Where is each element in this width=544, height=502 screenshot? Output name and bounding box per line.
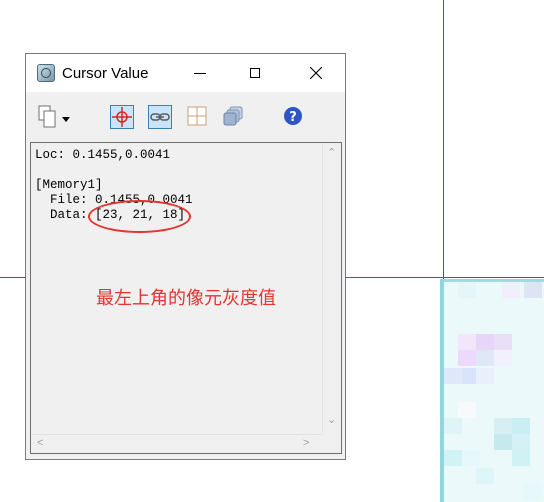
grid-tool-button[interactable] xyxy=(186,105,210,129)
scroll-down-icon[interactable]: ⌄ xyxy=(327,415,336,426)
window-title: Cursor Value xyxy=(62,65,149,82)
scrollbar-corner xyxy=(323,435,341,453)
mosaic-pixel xyxy=(458,350,476,366)
mosaic-pixel xyxy=(512,434,530,450)
mosaic-pixel xyxy=(476,468,494,484)
annotation-ellipse xyxy=(88,200,191,233)
copy-icon xyxy=(38,105,56,128)
location-line: Loc: 0.1455,0.0041 xyxy=(35,148,171,162)
stacked-windows-icon xyxy=(223,106,243,126)
scroll-left-icon[interactable]: < xyxy=(37,438,43,449)
mosaic-pixel xyxy=(444,450,462,466)
mosaic-pixel xyxy=(458,282,476,298)
scroll-right-icon[interactable]: > xyxy=(303,438,309,449)
grid-icon xyxy=(187,106,207,126)
maximize-button[interactable] xyxy=(232,54,278,92)
close-button[interactable] xyxy=(293,54,339,92)
link-icon xyxy=(150,113,170,121)
mosaic-pixel xyxy=(476,350,494,366)
stacked-windows-button[interactable] xyxy=(222,105,246,129)
minimize-button[interactable] xyxy=(177,54,223,92)
copy-dropdown-button[interactable] xyxy=(61,111,71,122)
crosshair-icon xyxy=(112,107,132,127)
dropdown-arrow-icon xyxy=(62,117,70,122)
mosaic-left-border xyxy=(440,279,444,502)
mosaic-pixel xyxy=(476,334,494,350)
mosaic-pixel xyxy=(502,282,520,298)
mosaic-pixel xyxy=(494,434,512,450)
scroll-up-icon[interactable]: ⌃ xyxy=(327,148,336,159)
mosaic-pixel xyxy=(494,350,512,366)
image-pixel-mosaic xyxy=(440,279,544,502)
help-button[interactable]: ? xyxy=(282,105,306,129)
mosaic-pixel xyxy=(524,282,542,298)
toolbar: ? xyxy=(26,92,345,142)
mosaic-pixel xyxy=(512,418,530,434)
crosshair-tool-button[interactable] xyxy=(110,105,134,129)
link-tool-button[interactable] xyxy=(148,105,172,129)
memory-header: [Memory1] xyxy=(35,178,103,192)
mosaic-pixel xyxy=(462,450,480,466)
mosaic-pixel xyxy=(476,368,494,384)
title-bar[interactable]: Cursor Value xyxy=(26,54,345,92)
vertical-scrollbar[interactable]: ⌃ ⌄ xyxy=(322,143,341,433)
mosaic-pixel xyxy=(494,334,512,350)
mosaic-pixel xyxy=(458,334,476,350)
close-icon xyxy=(310,67,322,79)
svg-text:?: ? xyxy=(289,110,297,125)
mosaic-pixel xyxy=(512,450,530,466)
mosaic-pixel xyxy=(494,418,512,434)
horizontal-scrollbar[interactable]: < > xyxy=(31,434,323,453)
mosaic-pixel xyxy=(524,484,542,500)
annotation-label: 最左上角的像元灰度值 xyxy=(96,288,276,309)
mosaic-pixel xyxy=(444,368,462,384)
app-icon xyxy=(37,64,55,82)
mosaic-pixel xyxy=(444,418,462,434)
copy-button[interactable] xyxy=(38,105,58,129)
mosaic-pixel xyxy=(458,402,476,418)
cursor-value-window: Cursor Value ? Loc: 0.1455,0.0041 [Memor… xyxy=(25,53,346,460)
help-icon: ? xyxy=(284,107,302,125)
